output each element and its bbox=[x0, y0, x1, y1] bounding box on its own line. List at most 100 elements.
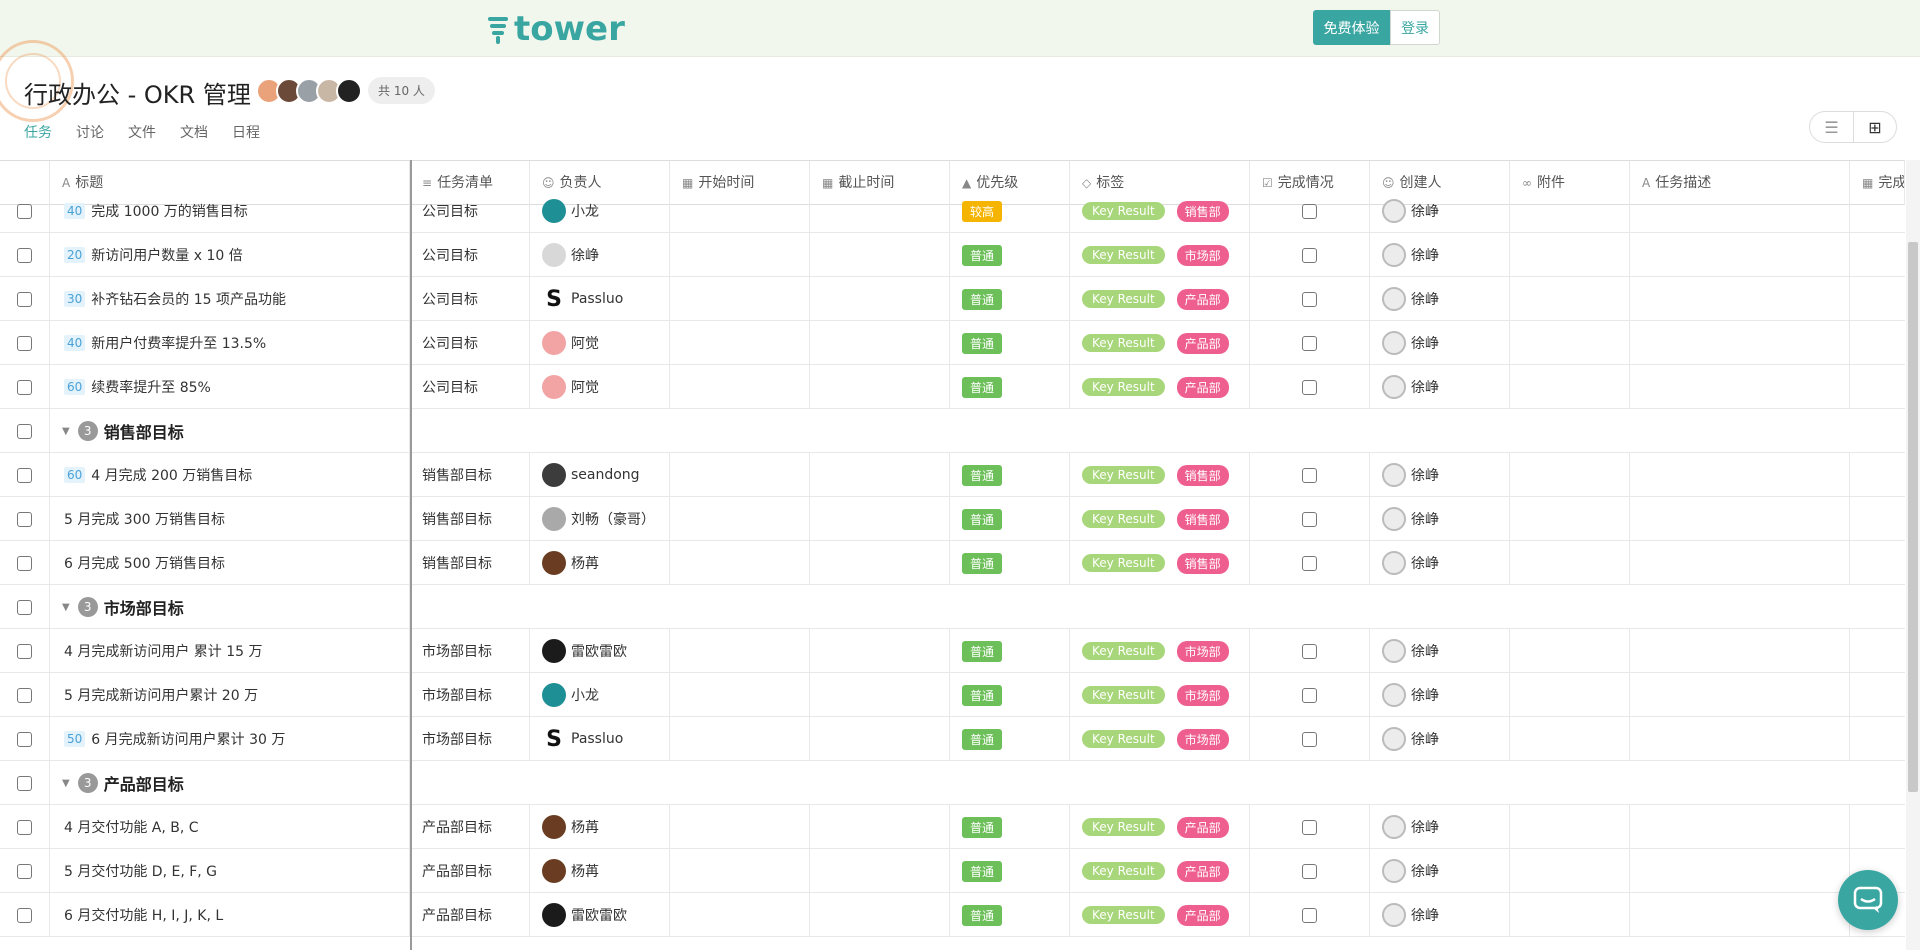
task-row[interactable]: 6 月交付功能 H, I, J, K, L 产品部目标 雷欧雷欧 普通 Key Resu… bbox=[0, 893, 1905, 937]
assignee-cell[interactable]: 阿觉 bbox=[530, 365, 670, 409]
board-view-icon[interactable]: ☰ bbox=[1809, 111, 1853, 143]
task-row[interactable]: 40 完成 1000 万的销售目标 公司目标 小龙 较高 Key Result 销售部 徐峥 bbox=[0, 189, 1905, 233]
row-checkbox[interactable] bbox=[17, 247, 32, 263]
done-checkbox[interactable] bbox=[1302, 511, 1317, 527]
assignee-cell[interactable]: 雷欧雷欧 bbox=[530, 629, 670, 673]
done-checkbox[interactable] bbox=[1302, 907, 1317, 923]
done-checkbox[interactable] bbox=[1302, 291, 1317, 307]
attachments-cell[interactable] bbox=[1510, 497, 1630, 541]
group-header[interactable]: ▼ 3 市场部目标 bbox=[50, 585, 410, 629]
task-row[interactable]: 60 4 月完成 200 万销售目标 销售部目标 seandong 普通 Key Resu… bbox=[0, 453, 1905, 497]
row-checkbox[interactable] bbox=[17, 599, 32, 615]
priority-cell[interactable]: 普通 bbox=[950, 893, 1070, 937]
due-date-cell[interactable] bbox=[810, 805, 950, 849]
start-date-cell[interactable] bbox=[670, 497, 810, 541]
tags-cell[interactable]: Key Result 市场部 bbox=[1070, 673, 1250, 717]
description-cell[interactable] bbox=[1630, 629, 1850, 673]
done-time-cell[interactable] bbox=[1850, 541, 1905, 585]
attachments-cell[interactable] bbox=[1510, 849, 1630, 893]
collapse-caret-icon[interactable]: ▼ bbox=[62, 426, 70, 437]
list-cell[interactable]: 公司目标 bbox=[410, 189, 530, 233]
group-row[interactable]: ▼ 3 产品部目标 bbox=[0, 761, 1905, 805]
row-checkbox[interactable] bbox=[17, 643, 32, 659]
task-title-cell[interactable]: 20 新访问用户数量 x 10 倍 bbox=[50, 233, 410, 277]
start-date-cell[interactable] bbox=[670, 717, 810, 761]
task-row[interactable]: 30 补齐钻石会员的 15 项产品功能 公司目标 S Passluo 普通 Key Resu… bbox=[0, 277, 1905, 321]
task-row[interactable]: 20 新访问用户数量 x 10 倍 公司目标 徐峥 普通 Key Result 市场部 徐峥 bbox=[0, 233, 1905, 277]
description-cell[interactable] bbox=[1630, 849, 1850, 893]
list-cell[interactable]: 公司目标 bbox=[410, 277, 530, 321]
list-cell[interactable]: 公司目标 bbox=[410, 321, 530, 365]
assignee-cell[interactable]: 小龙 bbox=[530, 673, 670, 717]
attachments-cell[interactable] bbox=[1510, 189, 1630, 233]
row-checkbox[interactable] bbox=[17, 203, 32, 219]
tags-cell[interactable]: Key Result 市场部 bbox=[1070, 233, 1250, 277]
attachments-cell[interactable] bbox=[1510, 453, 1630, 497]
task-title[interactable]: 4 月完成新访问用户 累计 15 万 bbox=[64, 641, 263, 661]
done-checkbox[interactable] bbox=[1302, 247, 1317, 263]
assignee-cell[interactable]: 阿觉 bbox=[530, 321, 670, 365]
task-title-cell[interactable]: 5 月完成 300 万销售目标 bbox=[50, 497, 410, 541]
tab-docs[interactable]: 文档 bbox=[180, 122, 208, 142]
task-row[interactable]: 40 新用户付费率提升至 13.5% 公司目标 阿觉 普通 Key Result 产品部 徐峥 bbox=[0, 321, 1905, 365]
task-title[interactable]: 5 月交付功能 D, E, F, G bbox=[64, 861, 217, 881]
task-title[interactable]: 新用户付费率提升至 13.5% bbox=[91, 333, 266, 353]
tags-cell[interactable]: Key Result 市场部 bbox=[1070, 629, 1250, 673]
due-date-cell[interactable] bbox=[810, 321, 950, 365]
task-row[interactable]: 4 月交付功能 A, B, C 产品部目标 杨苒 普通 Key Result 产品部 徐峥 bbox=[0, 805, 1905, 849]
description-cell[interactable] bbox=[1630, 277, 1850, 321]
attachments-cell[interactable] bbox=[1510, 541, 1630, 585]
tags-cell[interactable]: Key Result 产品部 bbox=[1070, 321, 1250, 365]
start-date-cell[interactable] bbox=[670, 805, 810, 849]
assignee-cell[interactable]: 杨苒 bbox=[530, 805, 670, 849]
list-cell[interactable]: 销售部目标 bbox=[410, 541, 530, 585]
description-cell[interactable] bbox=[1630, 453, 1850, 497]
attachments-cell[interactable] bbox=[1510, 717, 1630, 761]
task-title[interactable]: 4 月完成 200 万销售目标 bbox=[91, 465, 252, 485]
list-cell[interactable]: 公司目标 bbox=[410, 233, 530, 277]
priority-cell[interactable]: 普通 bbox=[950, 805, 1070, 849]
tags-cell[interactable]: Key Result 销售部 bbox=[1070, 541, 1250, 585]
task-title[interactable]: 6 月完成 500 万销售目标 bbox=[64, 553, 225, 573]
tab-discussions[interactable]: 讨论 bbox=[76, 122, 104, 142]
task-title-cell[interactable]: 40 完成 1000 万的销售目标 bbox=[50, 189, 410, 233]
tags-cell[interactable]: Key Result 销售部 bbox=[1070, 189, 1250, 233]
row-checkbox[interactable] bbox=[17, 687, 32, 703]
description-cell[interactable] bbox=[1630, 497, 1850, 541]
start-date-cell[interactable] bbox=[670, 629, 810, 673]
priority-cell[interactable]: 较高 bbox=[950, 189, 1070, 233]
tags-cell[interactable]: Key Result 产品部 bbox=[1070, 277, 1250, 321]
task-title[interactable]: 5 月完成 300 万销售目标 bbox=[64, 509, 225, 529]
due-date-cell[interactable] bbox=[810, 189, 950, 233]
done-checkbox[interactable] bbox=[1302, 687, 1317, 703]
priority-cell[interactable]: 普通 bbox=[950, 277, 1070, 321]
list-cell[interactable]: 产品部目标 bbox=[410, 893, 530, 937]
task-title-cell[interactable]: 4 月交付功能 A, B, C bbox=[50, 805, 410, 849]
start-date-cell[interactable] bbox=[670, 189, 810, 233]
description-cell[interactable] bbox=[1630, 717, 1850, 761]
tags-cell[interactable]: Key Result 产品部 bbox=[1070, 805, 1250, 849]
tower-logo[interactable]: tower bbox=[488, 9, 625, 49]
member-avatars[interactable]: 共 10 人 bbox=[256, 77, 435, 104]
login-button[interactable]: 登录 bbox=[1390, 10, 1440, 45]
assignee-cell[interactable]: seandong bbox=[530, 453, 670, 497]
task-title[interactable]: 6 月完成新访问用户累计 30 万 bbox=[91, 729, 285, 749]
description-cell[interactable] bbox=[1630, 321, 1850, 365]
task-row[interactable]: 5 月完成 300 万销售目标 销售部目标 刘畅（豪哥） 普通 Key Result 销售… bbox=[0, 497, 1905, 541]
due-date-cell[interactable] bbox=[810, 365, 950, 409]
description-cell[interactable] bbox=[1630, 893, 1850, 937]
start-date-cell[interactable] bbox=[670, 849, 810, 893]
done-time-cell[interactable] bbox=[1850, 321, 1905, 365]
member-count[interactable]: 共 10 人 bbox=[368, 77, 435, 104]
tab-calendar[interactable]: 日程 bbox=[232, 122, 260, 142]
start-date-cell[interactable] bbox=[670, 453, 810, 497]
start-date-cell[interactable] bbox=[670, 893, 810, 937]
start-date-cell[interactable] bbox=[670, 365, 810, 409]
list-cell[interactable]: 产品部目标 bbox=[410, 849, 530, 893]
row-checkbox[interactable] bbox=[17, 775, 32, 791]
assignee-cell[interactable]: 刘畅（豪哥） bbox=[530, 497, 670, 541]
done-checkbox[interactable] bbox=[1302, 555, 1317, 571]
list-cell[interactable]: 销售部目标 bbox=[410, 453, 530, 497]
group-row[interactable]: ▼ 3 销售部目标 bbox=[0, 409, 1905, 453]
priority-cell[interactable]: 普通 bbox=[950, 365, 1070, 409]
